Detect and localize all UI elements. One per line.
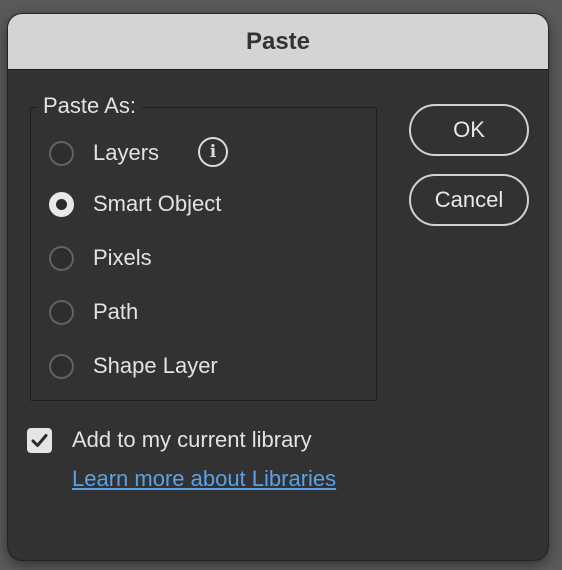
cancel-button[interactable]: Cancel (409, 174, 529, 226)
radio-option-path[interactable]: Path (49, 297, 138, 327)
radio-option-pixels[interactable]: Pixels (49, 243, 152, 273)
radio-label-pixels: Pixels (93, 245, 152, 270)
radio-button-smart-object[interactable] (49, 191, 74, 217)
radio-button-pixels[interactable] (49, 245, 74, 271)
radio-button-layers[interactable] (49, 140, 74, 166)
add-to-library-label: Add to my current library (72, 427, 312, 452)
paste-as-legend: Paste As: (37, 92, 142, 120)
radio-option-shape-layer[interactable]: Shape Layer (49, 351, 218, 381)
info-icon[interactable]: i (198, 137, 228, 167)
ok-button[interactable]: OK (409, 104, 529, 156)
paste-dialog: Paste Paste As: Layers i Smart Object Pi… (8, 14, 548, 560)
radio-label-path: Path (93, 299, 139, 324)
checkmark-icon (31, 433, 48, 447)
dialog-titlebar[interactable]: Paste (8, 14, 548, 70)
learn-more-libraries-link[interactable]: Learn more about Libraries (72, 466, 336, 492)
radio-button-shape-layer[interactable] (49, 353, 74, 379)
radio-option-layers[interactable]: Layers (49, 138, 159, 168)
add-to-library-checkbox[interactable] (27, 427, 52, 453)
radio-button-path[interactable] (49, 299, 74, 325)
dialog-title: Paste (245, 27, 311, 55)
add-to-library-option[interactable]: Add to my current library (27, 425, 312, 455)
radio-label-shape-layer: Shape Layer (93, 353, 218, 378)
radio-label-smart-object: Smart Object (93, 191, 222, 216)
radio-option-smart-object[interactable]: Smart Object (49, 189, 221, 219)
radio-label-layers: Layers (93, 140, 160, 165)
